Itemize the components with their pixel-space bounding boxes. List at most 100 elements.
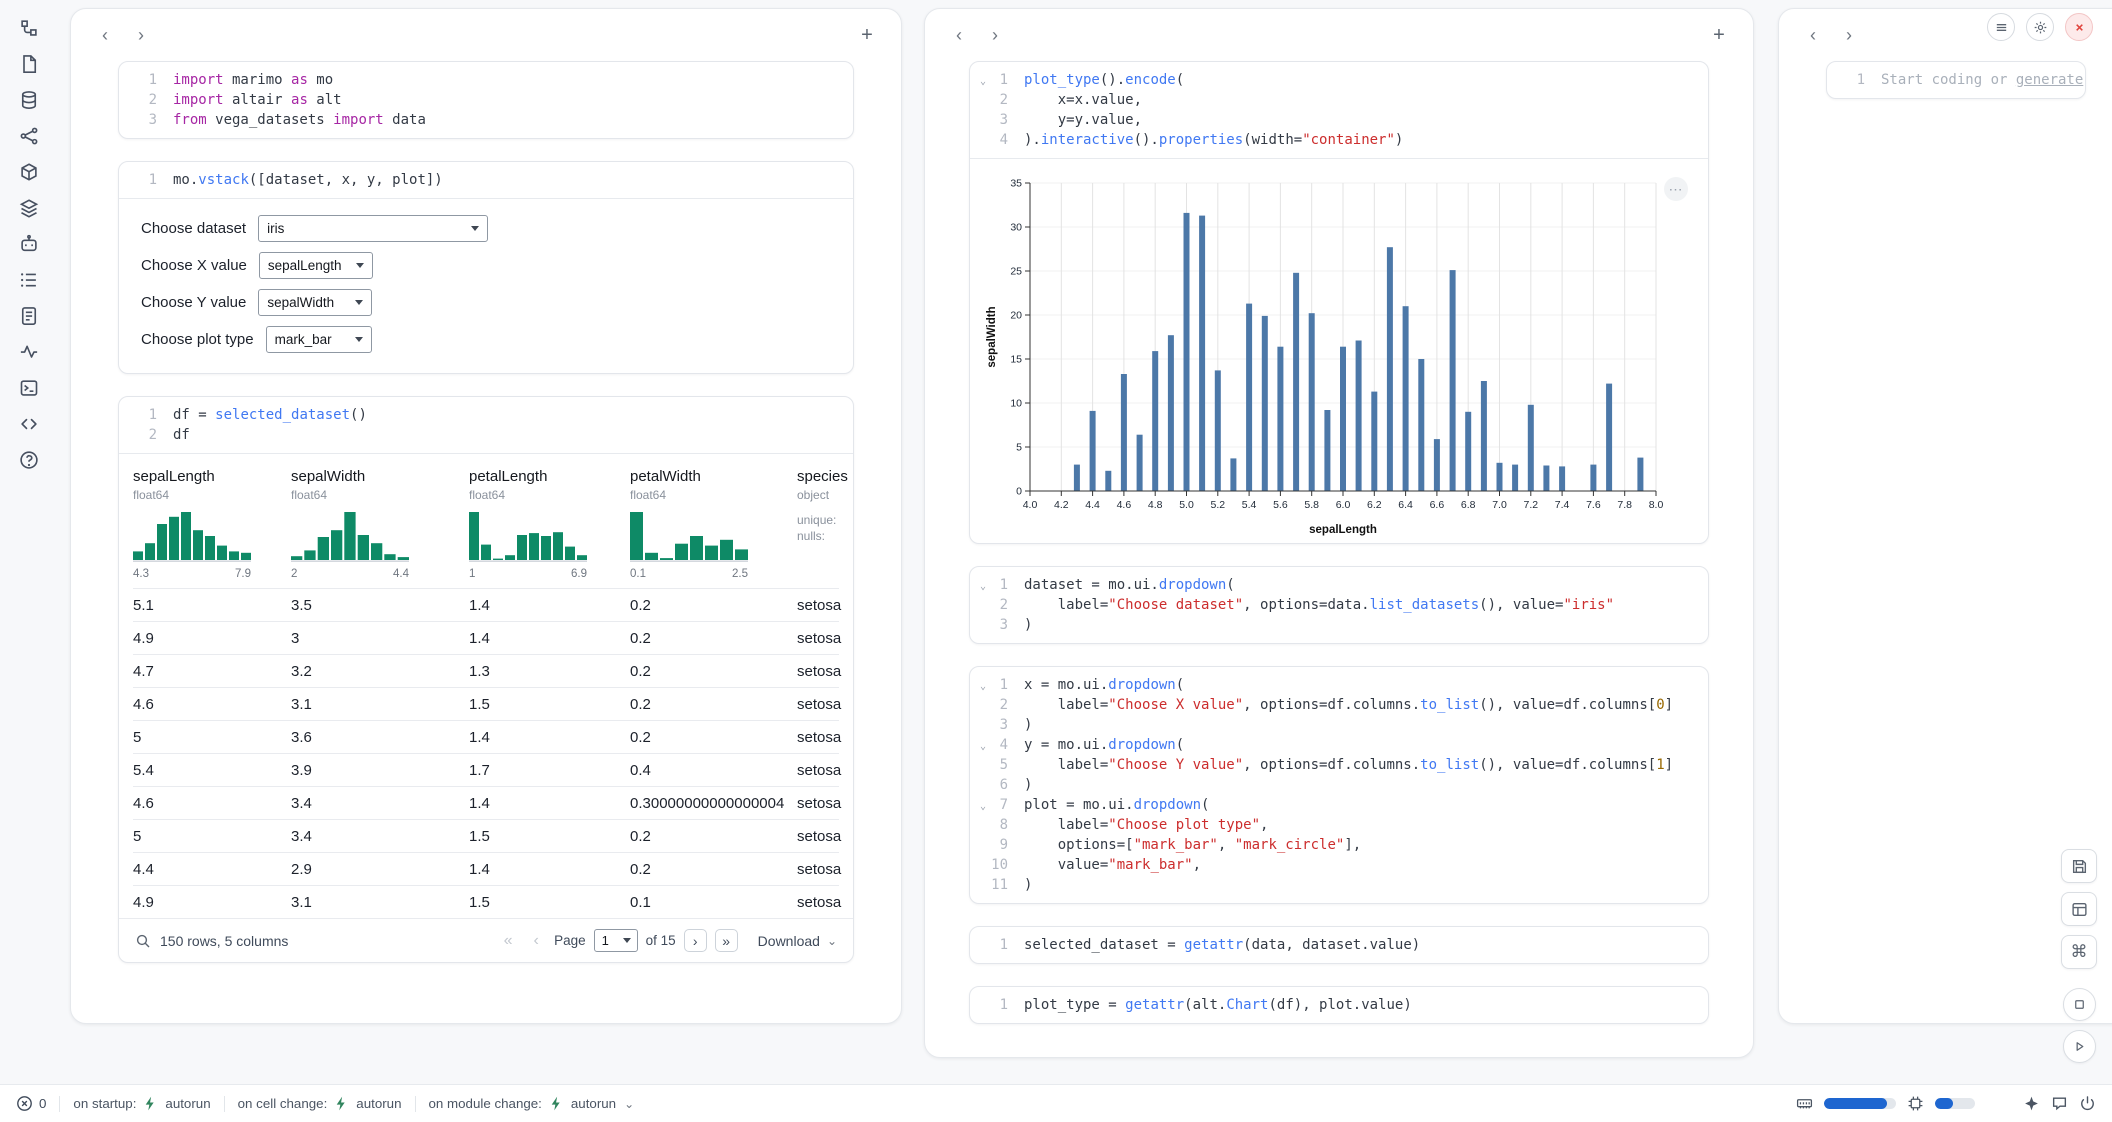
column-histogram	[291, 512, 409, 564]
download-button[interactable]: Download⌄	[758, 933, 837, 949]
column-next-button[interactable]: ›	[129, 23, 153, 47]
choose-x-select[interactable]: sepalLength	[259, 252, 373, 279]
code-editor[interactable]: 1plot_type = getattr(alt.Chart(df), plot…	[970, 987, 1708, 1023]
gear-icon	[2033, 20, 2048, 35]
chart-bar	[1481, 381, 1487, 491]
prev-page-button[interactable]: ‹	[526, 932, 546, 950]
table-row[interactable]: 4.73.21.30.2setosa	[133, 654, 839, 687]
notebook-menu-button[interactable]	[1987, 13, 2015, 41]
chart-bar	[1418, 359, 1424, 491]
save-button[interactable]	[2061, 849, 2097, 883]
run-all-button[interactable]	[2063, 1030, 2096, 1063]
code-editor[interactable]: 1df = selected_dataset()2df	[119, 397, 853, 453]
documentation-icon[interactable]	[14, 302, 44, 330]
placeholder-text: Start coding or	[1881, 72, 2016, 88]
chevron-down-icon: ⌄	[624, 1097, 634, 1111]
column-next-button[interactable]: ›	[1837, 23, 1861, 47]
table-cell: 3.4	[291, 795, 469, 812]
code-editor[interactable]: ⌄1dataset = mo.ui.dropdown(2 label="Choo…	[970, 567, 1708, 643]
table-cell: 5.4	[133, 762, 291, 779]
cell-empty: 1 Start coding or generate with	[1826, 61, 2086, 99]
layout-button[interactable]	[2061, 892, 2097, 926]
files-icon[interactable]	[14, 50, 44, 78]
cell-plot: ⌄1plot_type().encode(2 x=x.value,3 y=y.v…	[969, 61, 1709, 544]
altair-chart[interactable]: 4.04.24.44.64.85.05.25.45.65.86.06.26.46…	[982, 173, 1700, 539]
column-header[interactable]: sepalLengthfloat644.37.9	[133, 468, 291, 580]
table-cell: 4.4	[133, 861, 291, 878]
add-cell-button[interactable]: +	[1707, 23, 1731, 47]
first-page-button[interactable]: «	[498, 932, 518, 950]
choose-dataset-select[interactable]: iris	[258, 215, 488, 242]
table-row[interactable]: 4.42.91.40.2setosa	[133, 852, 839, 885]
page-label: Page	[554, 933, 586, 948]
code-editor[interactable]: 1mo.vstack([dataset, x, y, plot])	[119, 162, 853, 198]
page-select[interactable]: 1	[594, 929, 638, 952]
svg-text:7.0: 7.0	[1492, 499, 1507, 511]
errors-indicator[interactable]: 0	[16, 1095, 46, 1112]
help-icon[interactable]	[14, 446, 44, 474]
table-cell: 0.30000000000000004	[630, 795, 797, 812]
generate-with-ai-link[interactable]: generate	[2016, 72, 2083, 88]
chart-bar	[1277, 347, 1283, 491]
table-row[interactable]: 53.61.40.2setosa	[133, 720, 839, 753]
keyboard-shortcuts-button[interactable]: ⌘	[2061, 935, 2097, 969]
choose-plot-type-select[interactable]: mark_bar	[266, 326, 372, 353]
column-header[interactable]: petalLengthfloat6416.9	[469, 468, 630, 580]
logs-icon[interactable]	[14, 266, 44, 294]
column-next-button[interactable]: ›	[983, 23, 1007, 47]
choose-y-select[interactable]: sepalWidth	[258, 289, 372, 316]
last-page-button[interactable]: »	[715, 929, 738, 952]
table-row[interactable]: 5.43.91.70.4setosa	[133, 753, 839, 786]
table-row[interactable]: 5.13.51.40.2setosa	[133, 588, 839, 621]
chart-bar	[1230, 458, 1236, 491]
on-module-change-setting[interactable]: on module change: autorun ⌄	[429, 1095, 635, 1112]
column-header[interactable]: sepalWidthfloat6424.4	[291, 468, 469, 580]
on-startup-setting[interactable]: on startup: autorun	[73, 1095, 210, 1112]
assistant-icon[interactable]	[14, 230, 44, 258]
tracing-icon[interactable]	[14, 338, 44, 366]
power-button[interactable]	[2079, 1095, 2096, 1112]
code-editor[interactable]: 1import marimo as mo2import altair as al…	[119, 62, 853, 138]
column-header[interactable]: petalWidthfloat640.12.5	[630, 468, 797, 580]
table-cell: 1.5	[469, 828, 630, 845]
table-row[interactable]: 4.63.41.40.30000000000000004setosa	[133, 786, 839, 819]
code-editor[interactable]: ⌄1x = mo.ui.dropdown(2 label="Choose X v…	[970, 667, 1708, 903]
variables-icon[interactable]	[14, 122, 44, 150]
column-prev-button[interactable]: ‹	[947, 23, 971, 47]
chart-bar	[1356, 341, 1362, 492]
code-editor[interactable]: 1 Start coding or generate with	[1827, 62, 2085, 98]
svg-text:0: 0	[1016, 486, 1022, 498]
add-cell-button[interactable]: +	[855, 23, 879, 47]
feedback-button[interactable]	[2051, 1095, 2068, 1112]
code-editor[interactable]: ⌄1plot_type().encode(2 x=x.value,3 y=y.v…	[970, 62, 1708, 158]
altair-bar-chart[interactable]: 4.04.24.44.64.85.05.25.45.65.86.06.26.46…	[982, 173, 1672, 539]
terminal-icon[interactable]	[14, 374, 44, 402]
column-header[interactable]: speciesobjectunique:nulls:	[797, 468, 853, 580]
next-page-button[interactable]: ›	[684, 929, 707, 952]
table-row[interactable]: 4.93.11.50.1setosa	[133, 885, 839, 918]
present-mode-button[interactable]	[2063, 988, 2096, 1021]
chart-bar	[1090, 411, 1096, 491]
code-editor[interactable]: 1selected_dataset = getattr(data, datase…	[970, 927, 1708, 963]
settings-button[interactable]	[2026, 13, 2054, 41]
column-prev-button[interactable]: ‹	[93, 23, 117, 47]
table-cell: 0.4	[630, 762, 797, 779]
database-icon[interactable]	[14, 86, 44, 114]
search-icon[interactable]	[135, 933, 151, 949]
table-cell: setosa	[797, 630, 853, 647]
cell-selected-dataset: 1selected_dataset = getattr(data, datase…	[969, 926, 1709, 964]
choose-x-label: Choose X value	[141, 257, 247, 274]
table-row[interactable]: 4.63.11.50.2setosa	[133, 687, 839, 720]
table-row[interactable]: 53.41.50.2setosa	[133, 819, 839, 852]
chart-menu-button[interactable]: ⋯	[1664, 177, 1688, 201]
on-cell-change-setting[interactable]: on cell change: autorun	[238, 1095, 402, 1112]
shutdown-button[interactable]	[2065, 13, 2093, 41]
outline-icon[interactable]	[14, 194, 44, 222]
table-row[interactable]: 4.931.40.2setosa	[133, 621, 839, 654]
ai-sparkle-button[interactable]	[2023, 1095, 2040, 1112]
file-tree-icon[interactable]	[14, 14, 44, 42]
packages-icon[interactable]	[14, 158, 44, 186]
column-prev-button[interactable]: ‹	[1801, 23, 1825, 47]
chart-bar	[1121, 374, 1127, 491]
snippets-icon[interactable]	[14, 410, 44, 438]
